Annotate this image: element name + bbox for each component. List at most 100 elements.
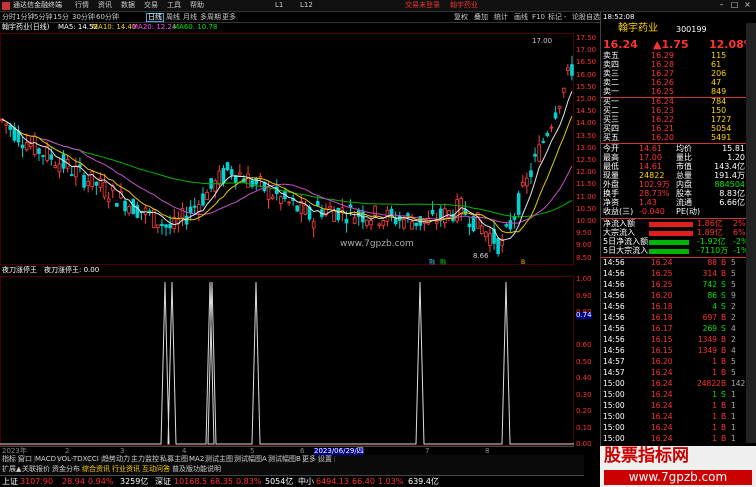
tick-count: 5 — [731, 258, 736, 267]
expand-button[interactable]: 扩展▲ — [2, 466, 21, 473]
bid-row[interactable]: 买二 16.23 150 — [601, 107, 756, 116]
tick-time: 14:56 — [603, 280, 625, 289]
date-tick: 2023年 — [2, 447, 27, 455]
tab-qa[interactable]: 互动问答 — [142, 466, 170, 473]
tab-macd[interactable]: MACD — [35, 456, 59, 463]
indicator-axis-tick: 0.90 — [576, 291, 592, 300]
candlestick-chart[interactable]: 17.00 8.66 www.7gpzb.com 融 融 B — [0, 33, 574, 265]
tick-time: 14:56 — [603, 313, 625, 322]
menu-news[interactable]: 资讯 — [98, 2, 112, 9]
tab-private-main[interactable]: 私募主图 — [160, 456, 191, 463]
tab-news[interactable]: 综合资讯 — [82, 466, 110, 473]
period-tab-30min[interactable]: 30分钟 — [72, 14, 95, 21]
menu-trade[interactable]: 交易 — [144, 2, 158, 9]
tab-cci[interactable]: CCI — [87, 456, 102, 463]
candle-body — [475, 212, 480, 229]
tab-test-main[interactable]: 测试主图 — [205, 456, 236, 463]
maximize-icon[interactable]: □ — [729, 1, 740, 11]
tab-indicator[interactable]: 指标 — [2, 456, 19, 463]
ask-row[interactable]: 卖二 16.26 47 — [601, 79, 756, 88]
discuss-button[interactable]: 论股 — [572, 14, 586, 21]
period-tab-more[interactable]: 更多 — [222, 14, 236, 21]
ask-label: 卖三 — [603, 69, 619, 78]
tick-time: 15:00 — [603, 390, 625, 399]
bid-row[interactable]: 买五 16.20 5491 — [601, 134, 756, 143]
f10-button[interactable]: F10 — [532, 14, 545, 21]
menu-quotes[interactable]: 行情 — [75, 2, 89, 9]
candle-body — [78, 164, 82, 167]
tick-side: S — [721, 280, 726, 289]
trade-login-link[interactable]: 交易未登录 — [405, 2, 440, 9]
candle-body — [8, 125, 13, 130]
tick-volume: 314 — [702, 269, 717, 278]
period-tab-multi[interactable]: 多周期 — [200, 14, 221, 21]
close-icon[interactable]: × — [742, 1, 753, 11]
candle-body — [369, 220, 373, 226]
period-tab-daily[interactable]: 日线 — [146, 13, 164, 22]
ask-row[interactable]: 卖三 16.27 206 — [601, 70, 756, 79]
candle-body — [160, 223, 164, 227]
period-tab-5min[interactable]: 5分钟 — [34, 14, 52, 21]
ma60-value: MA60: 10.78 — [173, 23, 218, 31]
tick-time: 15:00 — [603, 412, 625, 421]
date-tick: 5 — [250, 447, 255, 455]
tick-time: 14:56 — [603, 269, 625, 278]
side-toolbar[interactable] — [746, 23, 756, 443]
menu-help[interactable]: 帮助 — [190, 2, 204, 9]
margin-marker-1: 融 — [429, 258, 435, 265]
overlay-button[interactable]: 叠加 — [474, 14, 488, 21]
bid-row[interactable]: 买一 16.24 784 — [601, 98, 756, 107]
candle-body — [57, 163, 62, 173]
flow-bar — [649, 240, 689, 245]
menu-l1[interactable]: L1 — [275, 2, 283, 9]
draw-button[interactable]: 画线 — [514, 14, 528, 21]
tick-row: 14:56 16.25 742 S 5 — [601, 281, 756, 290]
stock-title-link[interactable]: 翰宇药业 — [450, 2, 478, 9]
tab-related-quotes[interactable]: 关联报价 — [22, 466, 50, 473]
indicator-chart[interactable] — [0, 276, 574, 446]
watchlist-button[interactable]: 自选 — [586, 14, 600, 21]
bid-row[interactable]: 买四 16.21 5054 — [601, 125, 756, 134]
menu-l12[interactable]: L12 — [300, 2, 313, 9]
zx-label[interactable]: 中小 — [298, 478, 314, 486]
mark-button[interactable]: 标记 — [548, 14, 562, 21]
period-tab-60min[interactable]: 60分钟 — [96, 14, 119, 21]
bid-row[interactable]: 买三 16.22 1727 — [601, 116, 756, 125]
ask-row[interactable]: 卖一 16.25 849 — [601, 88, 756, 97]
sz-label[interactable]: 深证 — [155, 478, 171, 486]
tab-industry-news[interactable]: 行业资讯 — [112, 466, 140, 473]
period-tab-1min[interactable]: 1分钟 — [16, 14, 34, 21]
period-tab-fenshi[interactable]: 分时 — [2, 14, 16, 21]
minimize-icon[interactable]: – — [716, 1, 727, 11]
sh-label[interactable]: 上证 — [2, 478, 18, 486]
tab-feature-intro[interactable]: 普及版功能说明 — [172, 466, 221, 473]
period-tab-15min[interactable]: 15分 — [53, 14, 69, 21]
tab-test-a[interactable]: 测试幅图A — [234, 456, 270, 463]
tab-window[interactable]: 窗口 — [18, 456, 35, 463]
tab-more[interactable]: 更多 — [302, 456, 319, 463]
tab-vol-tdx[interactable]: VOL-TDX — [57, 456, 91, 463]
candle-body — [94, 181, 99, 186]
restore-rights-button[interactable]: 复权 — [454, 14, 468, 21]
tab-trend-power[interactable]: 趋势动力 — [102, 456, 133, 463]
stat-value: 17.00 — [639, 153, 662, 162]
stat-value: -0.040 — [639, 207, 665, 216]
menu-tools[interactable]: 工具 — [167, 2, 181, 9]
period-tab-monthly[interactable]: 月线 — [183, 14, 197, 21]
tick-row: 15:00 16.24 1 B 1 — [601, 413, 756, 422]
tick-count: 9 — [731, 291, 736, 300]
ask-row[interactable]: 卖五 16.29 115 — [601, 52, 756, 61]
tab-test-b[interactable]: 测试幅图B — [268, 456, 304, 463]
tab-fund-distribution[interactable]: 资金分布 — [52, 466, 80, 473]
tab-main-monitor[interactable]: 主力监控 — [131, 456, 162, 463]
ask-row[interactable]: 卖四 16.28 61 — [601, 61, 756, 70]
stats-button[interactable]: 统计 — [494, 14, 508, 21]
tab-settings[interactable]: 设置 — [318, 456, 335, 463]
period-tab-weekly[interactable]: 周线 — [166, 14, 180, 21]
bid-label: 买一 — [603, 97, 619, 106]
candle-body — [525, 177, 529, 187]
flow-label: 5日大宗流入 — [603, 246, 649, 255]
candle-body — [213, 180, 218, 192]
menu-data[interactable]: 数据 — [121, 2, 135, 9]
minus-button[interactable]: - — [564, 14, 567, 21]
